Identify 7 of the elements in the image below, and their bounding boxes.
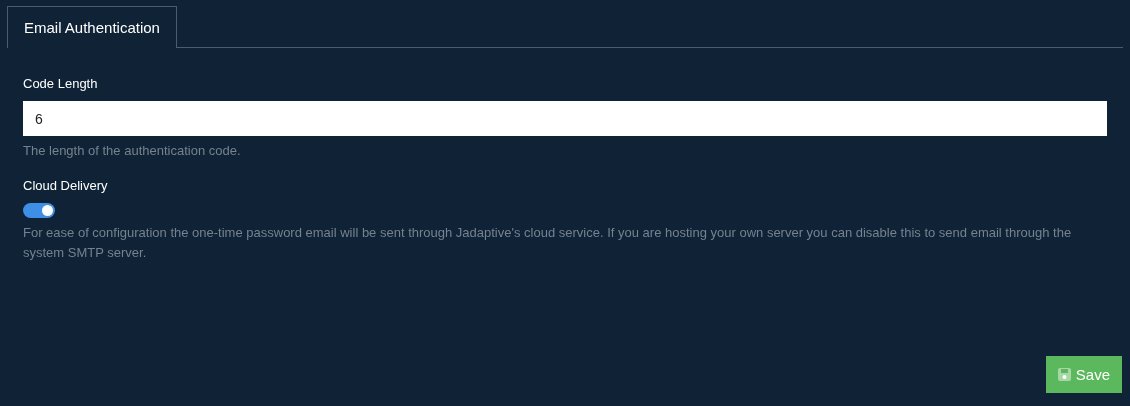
help-text: The length of the authentication code. <box>23 142 242 160</box>
field-label: Code Length <box>23 76 99 91</box>
input-field[interactable]: 6 <box>23 101 1107 136</box>
field-label: Cloud Delivery <box>23 178 109 193</box>
help-text: For ease of configuration the one-time password email will be sent through Jadaptive's cloud service. If you are hosting your own server you can disable this to send email through the system SMTP server. <box>23 224 1073 262</box>
tab[interactable]: Email Authentication <box>7 6 177 48</box>
toggle-switch[interactable] <box>23 203 55 218</box>
